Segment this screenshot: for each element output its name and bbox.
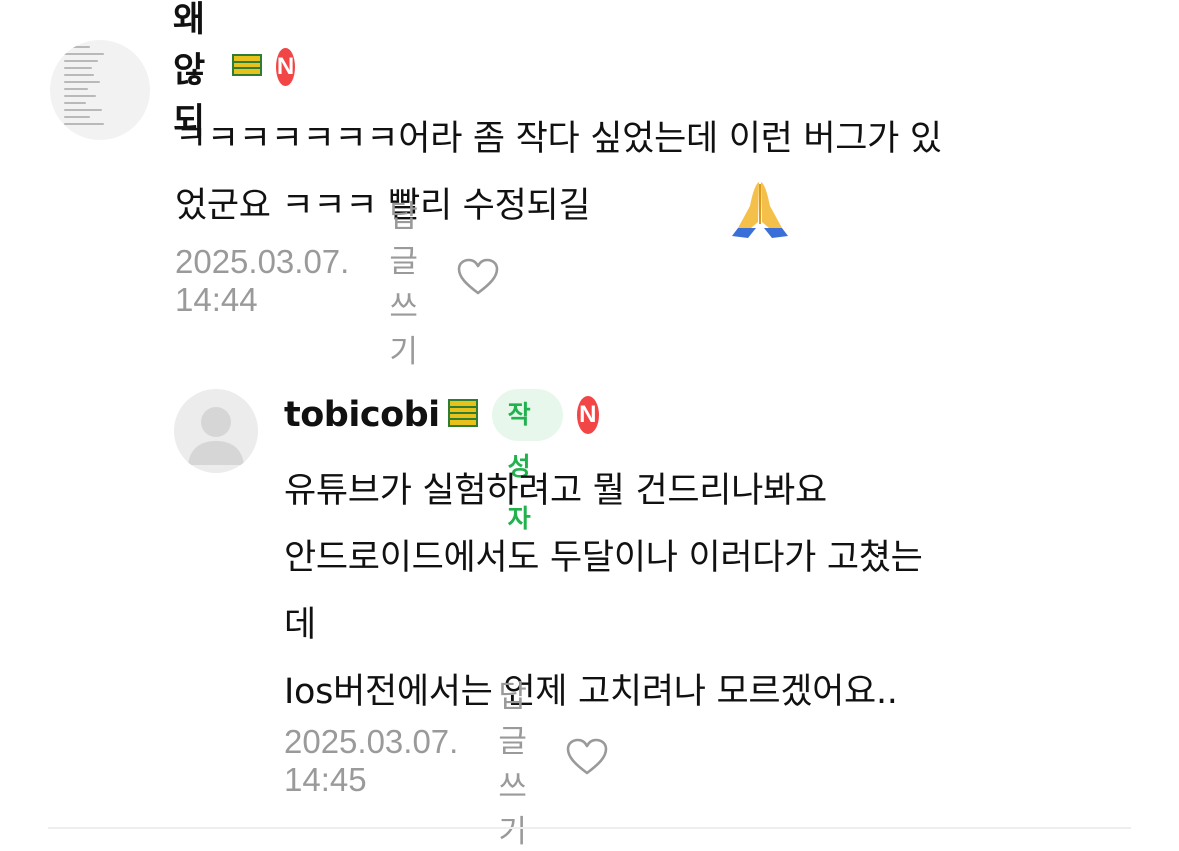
divider xyxy=(48,827,1131,829)
timestamp: 2025.03.07. 14:45 xyxy=(284,723,459,798)
author-name[interactable]: tobicobi xyxy=(284,395,440,435)
comment-meta: 2025.03.07. 14:44 답글쓰기 xyxy=(175,199,500,370)
level-stripes-icon xyxy=(447,399,478,431)
comment-text: 유튜브가 실험하려고 뭘 건드리나봐요 안드로이드에서도 두달이나 이러다가 고… xyxy=(284,471,923,712)
heart-outline-icon[interactable] xyxy=(565,737,609,785)
heart-outline-icon[interactable] xyxy=(456,257,500,305)
timestamp: 2025.03.07. 14:44 xyxy=(175,243,350,318)
list-thumbnail-avatar xyxy=(64,46,110,130)
avatar[interactable] xyxy=(174,389,258,473)
new-badge: N xyxy=(577,396,599,434)
comment-text: ㅋㅋㅋㅋㅋㅋㅋ어라 좀 작다 싶었는데 이런 버그가 있 었군요 ㅋㅋㅋ 빨리 … xyxy=(175,119,942,226)
comment-meta: 2025.03.07. 14:45 답글쓰기 xyxy=(284,679,609,850)
reply-button[interactable]: 답글쓰기 xyxy=(498,671,527,851)
default-user-avatar xyxy=(188,407,244,465)
new-badge: N xyxy=(276,48,295,86)
author-row: 왜 않되 N xyxy=(173,0,295,142)
avatar[interactable] xyxy=(50,40,150,140)
level-stripes-icon xyxy=(232,54,263,80)
folded-hands-icon xyxy=(728,176,792,244)
reply-button[interactable]: 답글쓰기 xyxy=(389,191,418,371)
author-row: tobicobi 작성자 N xyxy=(284,389,599,533)
author-badge: 작성자 xyxy=(491,389,564,533)
